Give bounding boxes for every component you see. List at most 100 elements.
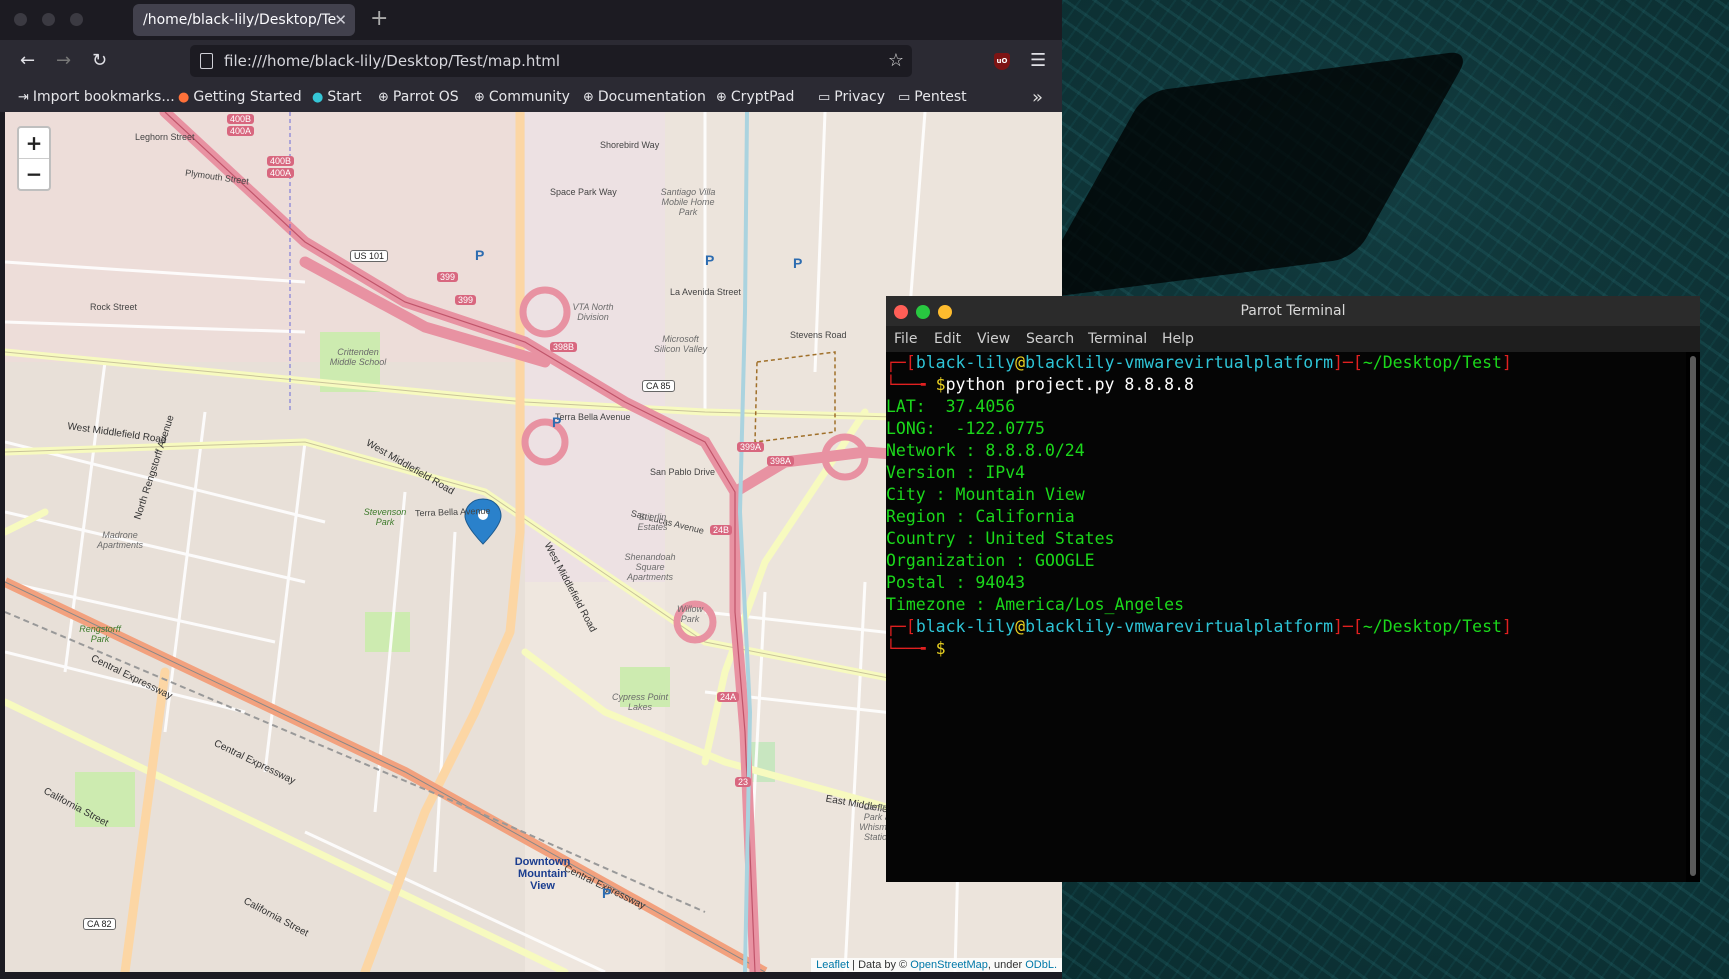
city-label: Downtown Mountain View (514, 856, 571, 892)
road-label: Space Park Way (550, 187, 617, 197)
window-minimize-button[interactable] (42, 13, 55, 26)
bookmark-folder-privacy[interactable]: ▭ Privacy (818, 89, 885, 105)
globe-icon: ⊕ (378, 90, 389, 105)
parking-icon: P (602, 885, 612, 901)
minimize-button[interactable] (938, 305, 952, 319)
forward-button[interactable]: → (56, 50, 71, 71)
close-button[interactable] (894, 305, 908, 319)
close-tab-icon[interactable]: ✕ (334, 4, 347, 36)
window-close-button[interactable] (14, 13, 27, 26)
zoom-control: + − (17, 126, 51, 191)
leaflet-link[interactable]: Leaflet (816, 959, 849, 971)
command-line: └──╼ $python project.py 8.8.8.8 (886, 375, 1194, 394)
exit-label: 24B (710, 525, 733, 535)
bookmark-star-icon[interactable]: ☆ (888, 45, 904, 77)
exit-label: 398B (550, 342, 578, 352)
highway-shield: US 101 (350, 250, 389, 262)
exit-label: 23 (735, 777, 752, 787)
poi-label: Willow Park (677, 604, 703, 624)
road-label: Stevens Road (790, 330, 847, 340)
parrot-icon: ● (312, 90, 324, 105)
menu-view[interactable]: View (977, 331, 1010, 347)
road-label: Rock Street (90, 302, 138, 312)
firefox-icon: ● (178, 90, 190, 105)
openstreetmap-link[interactable]: OpenStreetMap (910, 959, 988, 971)
output-line: Region : California (886, 507, 1075, 526)
bookmark-getting-started[interactable]: ● Getting Started (178, 89, 302, 105)
road-label: Leghorn Street (135, 132, 195, 142)
terminal-window: Parrot Terminal File Edit View Search Te… (886, 296, 1700, 882)
terminal-output[interactable]: ┌─[black-lily@blacklily-vmwarevirtualpla… (886, 352, 1686, 882)
hamburger-menu-icon[interactable]: ☰ (1030, 50, 1046, 71)
ublock-origin-icon[interactable]: uO (994, 53, 1010, 70)
exit-label: 399A (737, 442, 765, 452)
poi-label: Microsoft Silicon Valley (653, 334, 708, 354)
back-button[interactable]: ← (20, 50, 35, 71)
new-tab-button[interactable]: + (370, 6, 388, 31)
poi-label: VTA North Division (572, 302, 614, 322)
menu-terminal[interactable]: Terminal (1088, 331, 1147, 347)
bookmarks-toolbar: ⇥ Import bookmarks... ● Getting Started ● S… (0, 84, 1062, 112)
navigation-bar: ← → ↻ file:///home/black-lily/Desktop/Te… (0, 40, 1062, 84)
poi-label: Crittenden Middle School (329, 347, 387, 367)
exit-label: 400B (267, 156, 295, 166)
road-label: San Pablo Drive (650, 467, 716, 477)
exit-label: 24A (717, 692, 740, 702)
exit-label: 400B (227, 114, 255, 124)
map-attribution: Leaflet | Data by © OpenStreetMap, under… (811, 958, 1062, 972)
menu-file[interactable]: File (894, 331, 917, 347)
bookmark-import[interactable]: ⇥ Import bookmarks... (18, 89, 175, 105)
output-line: LAT: 37.4056 (886, 397, 1016, 416)
maximize-button[interactable] (916, 305, 930, 319)
url-text: file:///home/black-lily/Desktop/Test/map… (224, 52, 561, 70)
browser-tab[interactable]: /home/black-lily/Desktop/Te ✕ (133, 4, 355, 36)
folder-icon: ▭ (898, 90, 911, 105)
road-label: Shorebird Way (600, 140, 660, 150)
bookmark-folder-pentest[interactable]: ▭ Pentest (898, 89, 967, 105)
window-maximize-button[interactable] (70, 13, 83, 26)
bookmark-cryptpad[interactable]: ⊕ CryptPad (716, 89, 794, 105)
odbl-link[interactable]: ODbL. (1025, 959, 1057, 971)
globe-icon: ⊕ (716, 90, 727, 105)
exit-label: 399 (455, 295, 477, 305)
output-line: Timezone : America/Los_Angeles (886, 595, 1185, 614)
poi-label: Santiago Villa Mobile Home Park (660, 187, 716, 217)
terminal-menubar: File Edit View Search Terminal Help (886, 326, 1700, 352)
output-line: Network : 8.8.8.0/24 (886, 441, 1085, 460)
menu-edit[interactable]: Edit (934, 331, 961, 347)
exit-label: 399 (437, 272, 459, 282)
zoom-out-button[interactable]: − (19, 158, 49, 189)
parking-icon: P (552, 414, 562, 430)
folder-icon: ▭ (818, 90, 831, 105)
terminal-titlebar[interactable]: Parrot Terminal (886, 296, 1700, 326)
bookmark-parrot-os[interactable]: ⊕ Parrot OS (378, 89, 459, 105)
road-label: La Avenida Street (670, 287, 741, 297)
reload-button[interactable]: ↻ (92, 50, 107, 71)
output-line: City : Mountain View (886, 485, 1085, 504)
prompt-line: ┌─[black-lily@blacklily-vmwarevirtualpla… (886, 617, 1512, 636)
output-line: Organization : GOOGLE (886, 551, 1095, 570)
exit-label: 400A (267, 168, 295, 178)
highway-shield: CA 82 (83, 918, 116, 930)
bookmark-documentation[interactable]: ⊕ Documentation (583, 89, 706, 105)
road-label: Terra Bella Avenue (555, 412, 631, 422)
zoom-in-button[interactable]: + (19, 128, 49, 158)
park-area (365, 612, 410, 652)
tab-title: /home/black-lily/Desktop/Te (143, 12, 337, 28)
input-prompt-line[interactable]: └──╼ $ (886, 638, 946, 660)
prompt-line: ┌─[black-lily@blacklily-vmwarevirtualpla… (886, 353, 1512, 372)
menu-help[interactable]: Help (1162, 331, 1194, 347)
poi-label: Madrone Apartments (96, 530, 144, 550)
poi-label: Stevenson Park (363, 507, 407, 527)
url-bar[interactable]: file:///home/black-lily/Desktop/Test/map… (190, 45, 912, 77)
globe-icon: ⊕ (474, 90, 485, 105)
parking-icon: P (475, 247, 485, 263)
bookmark-community[interactable]: ⊕ Community (474, 89, 570, 105)
terminal-scrollbar[interactable] (1690, 356, 1696, 876)
page-icon (200, 53, 213, 69)
more-bookmarks-chevron-icon[interactable]: » (1032, 87, 1043, 108)
parking-icon: P (705, 252, 715, 268)
bookmark-start[interactable]: ● Start (312, 89, 362, 105)
menu-search[interactable]: Search (1026, 331, 1074, 347)
poi-label: Stierlin Estates (637, 512, 668, 532)
